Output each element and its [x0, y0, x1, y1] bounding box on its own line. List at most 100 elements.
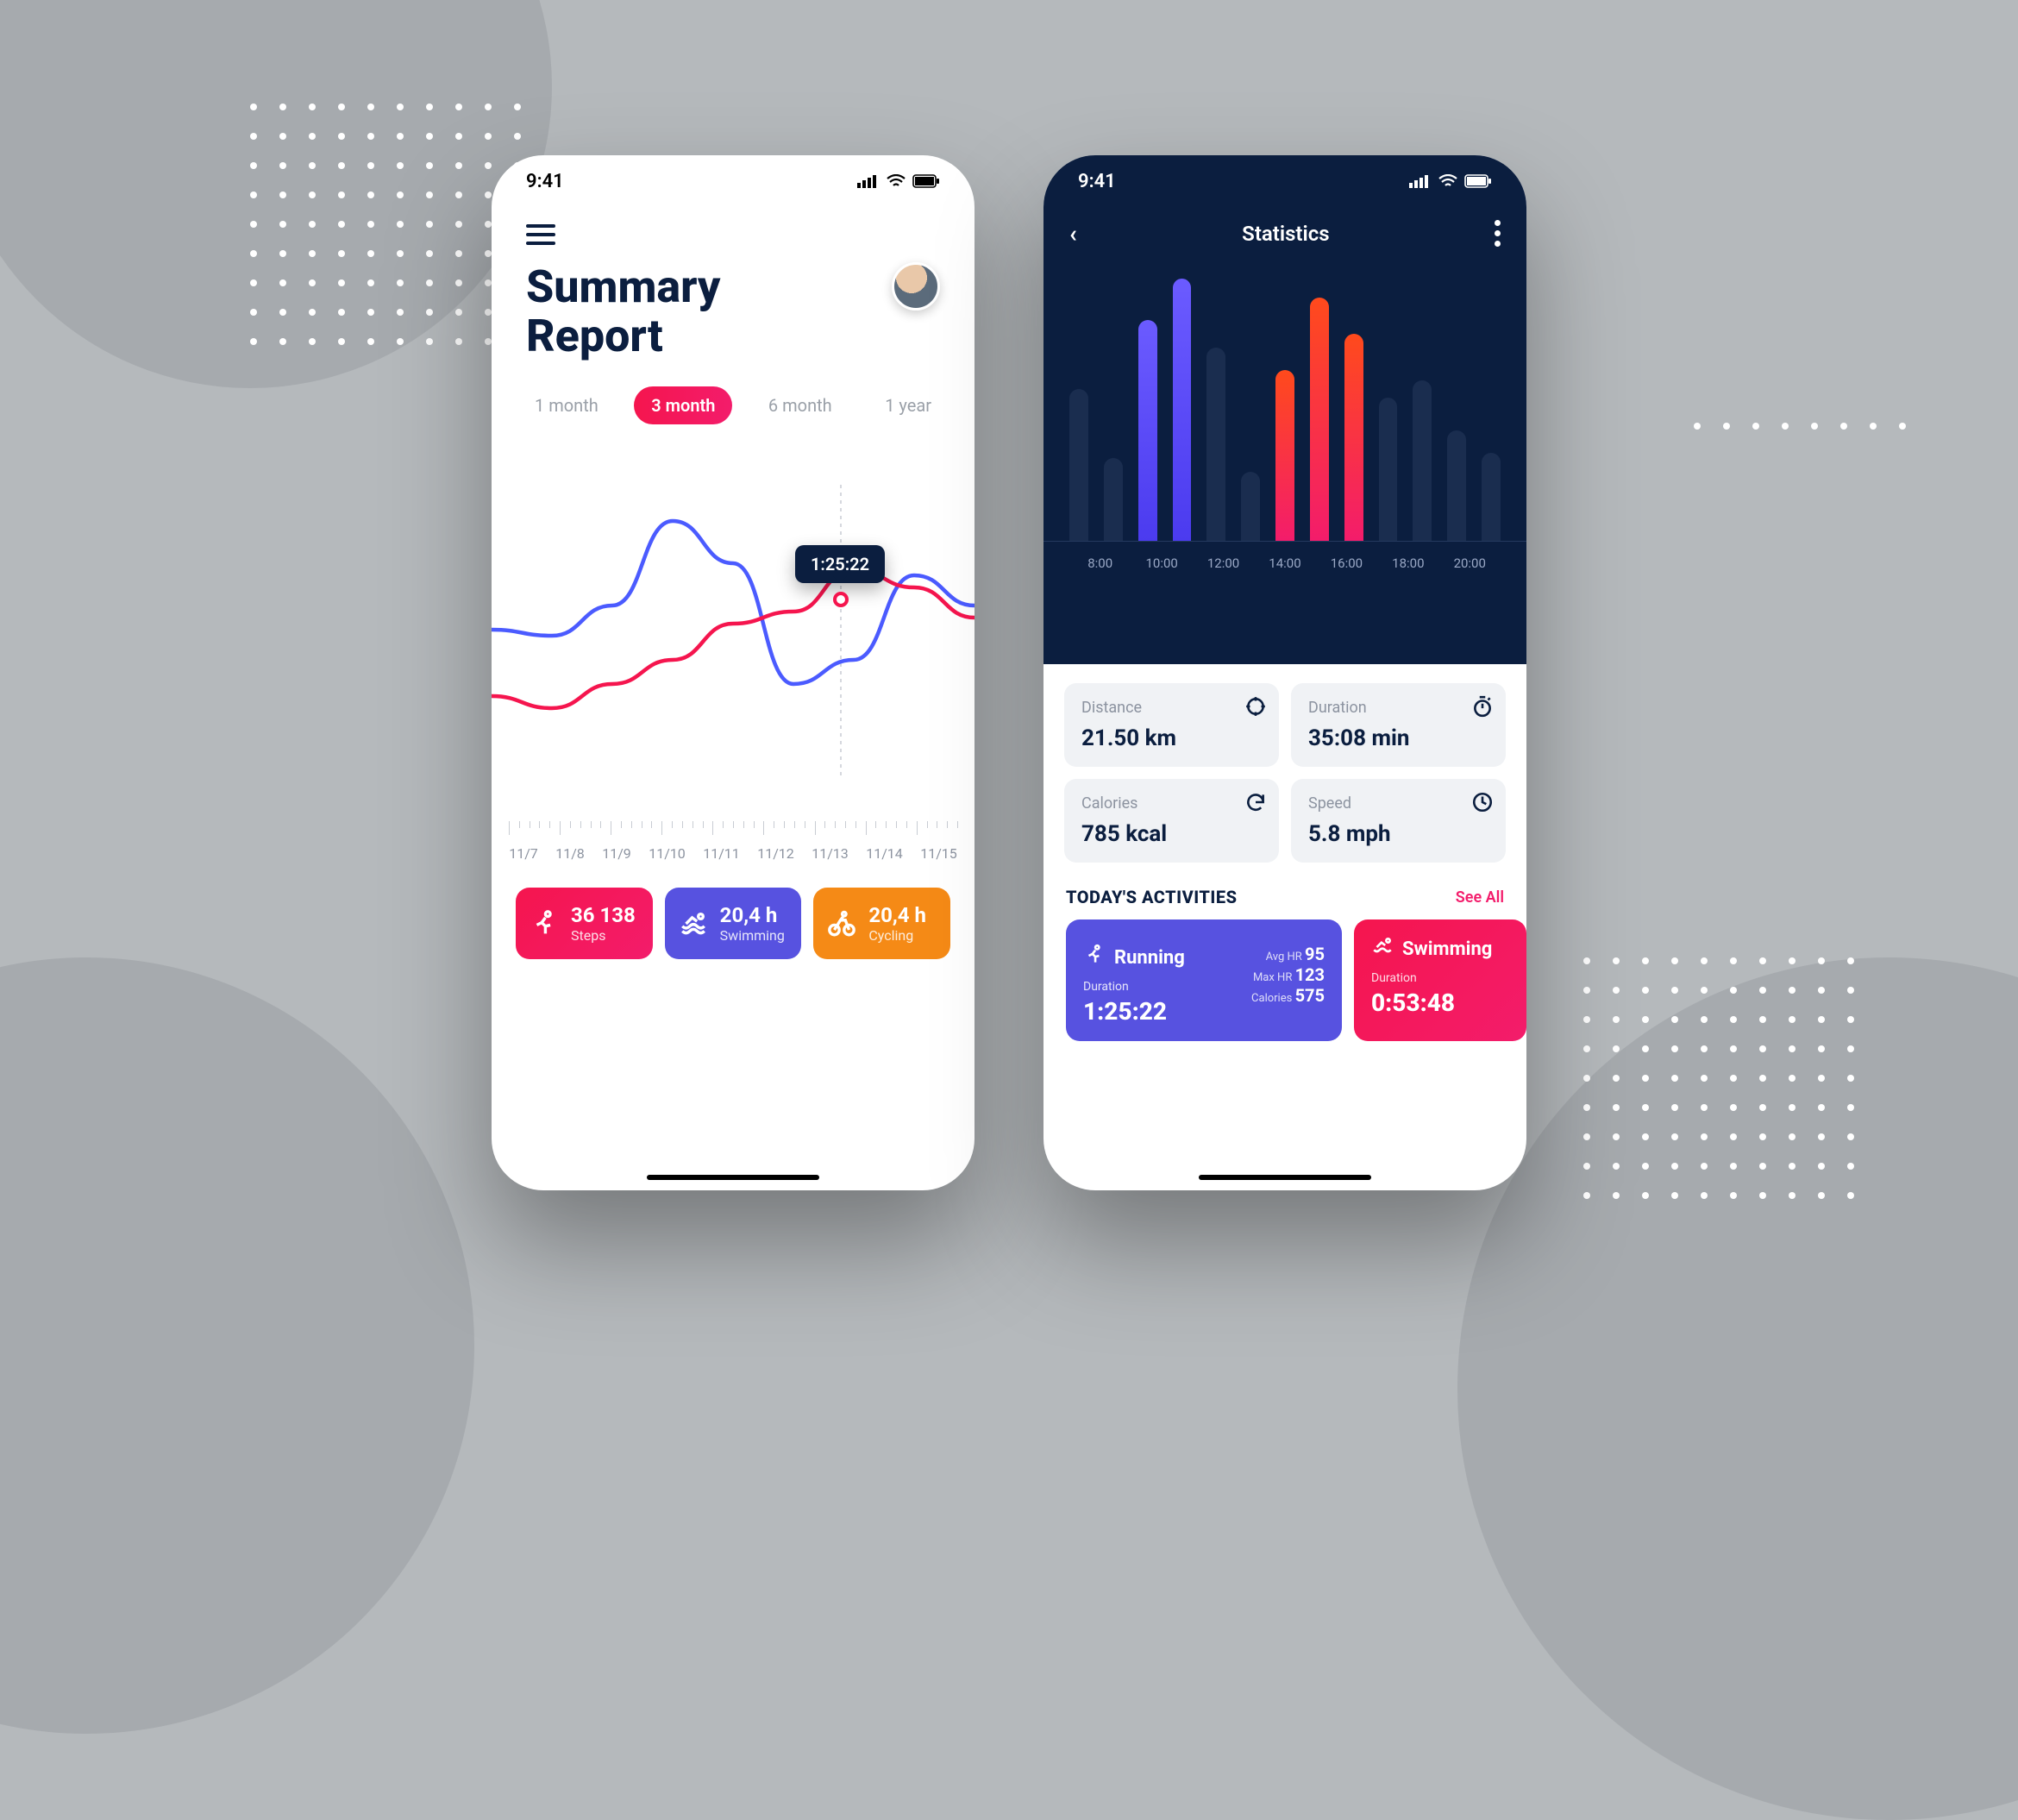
x-tick: 18:00	[1377, 555, 1438, 571]
x-tick: 14:00	[1254, 555, 1315, 571]
running-icon	[1083, 944, 1106, 971]
x-tick: 11/8	[555, 845, 585, 862]
battery-icon	[1464, 174, 1492, 188]
wifi-icon	[887, 174, 906, 188]
metric-grid: Distance 21.50 km Duration 35:08 min Cal…	[1043, 664, 1526, 863]
stat-label: Max HR	[1253, 971, 1295, 984]
metric-card[interactable]: Calories 785 kcal	[1064, 779, 1279, 863]
page-title: Statistics	[1242, 222, 1329, 246]
x-tick: 11/9	[602, 845, 631, 862]
bar	[1241, 472, 1260, 541]
cellular-icon	[857, 174, 880, 188]
summary-label: Cycling	[868, 927, 926, 944]
home-indicator	[647, 1175, 819, 1180]
range-tab[interactable]: 6 month	[751, 386, 849, 424]
summary-label: Swimming	[720, 927, 785, 944]
x-tick: 11/10	[649, 845, 686, 862]
x-tick: 20:00	[1439, 555, 1501, 571]
x-tick: 10:00	[1131, 555, 1192, 571]
stopwatch-icon	[1471, 695, 1494, 718]
more-icon[interactable]	[1495, 220, 1501, 247]
bar	[1275, 370, 1294, 541]
range-tab[interactable]: 3 month	[634, 386, 732, 424]
page-title: SummaryReport	[526, 262, 720, 361]
summary-card[interactable]: 36 138 Steps	[516, 888, 653, 959]
line-chart-svg	[492, 450, 975, 813]
metric-value: 35:08 min	[1308, 725, 1488, 751]
chart-tooltip: 1:25:22	[795, 545, 885, 583]
summary-value: 36 138	[571, 903, 636, 927]
activity-name: Running	[1114, 947, 1185, 969]
activity-name: Swimming	[1402, 938, 1492, 960]
metric-label: Calories	[1081, 794, 1262, 813]
speed-icon	[1471, 791, 1494, 813]
status-bar: 9:41	[492, 155, 975, 207]
metric-card[interactable]: Distance 21.50 km	[1064, 683, 1279, 767]
phone-statistics: 9:41 ‹ Statistics 8:0010:0012:0014:0016:…	[1043, 155, 1526, 1190]
bar	[1344, 334, 1363, 541]
bar	[1482, 453, 1501, 541]
duration-value: 1:25:22	[1083, 997, 1234, 1026]
duration-value: 0:53:48	[1371, 988, 1509, 1017]
x-tick: 16:00	[1316, 555, 1377, 571]
metric-value: 21.50 km	[1081, 725, 1262, 751]
back-button[interactable]: ‹	[1069, 219, 1077, 248]
x-tick: 12:00	[1193, 555, 1254, 571]
see-all-link[interactable]: See All	[1456, 888, 1504, 907]
stat-label: Calories	[1251, 992, 1295, 1005]
range-tab[interactable]: 1 month	[517, 386, 616, 424]
x-tick: 8:00	[1069, 555, 1131, 571]
avatar[interactable]	[892, 262, 940, 311]
x-tick: 11/13	[812, 845, 849, 862]
summary-card[interactable]: 20,4 h Swimming	[665, 888, 802, 959]
running-icon	[530, 909, 559, 938]
bar	[1206, 348, 1225, 541]
stat-value: 123	[1295, 964, 1325, 985]
bar	[1104, 458, 1123, 541]
summary-card[interactable]: 20,4 h Cycling	[813, 888, 950, 959]
x-tick: 11/11	[703, 845, 740, 862]
metric-label: Speed	[1308, 794, 1488, 813]
stat-label: Avg HR	[1266, 951, 1305, 963]
battery-icon	[912, 174, 940, 188]
status-icons	[857, 174, 940, 188]
metric-card[interactable]: Duration 35:08 min	[1291, 683, 1506, 767]
metric-value: 785 kcal	[1081, 821, 1262, 847]
bar	[1138, 320, 1157, 541]
status-bar: 9:41	[1043, 155, 1526, 207]
nav-bar: ‹ Statistics	[1043, 207, 1526, 256]
x-tick: 11/14	[866, 845, 903, 862]
refresh-icon	[1244, 791, 1267, 813]
swimming-icon	[679, 909, 708, 938]
stat-value: 575	[1295, 985, 1325, 1006]
phone-summary: 9:41 SummaryReport 1 month 3 month 6 month…	[492, 155, 975, 1190]
bar-chart: 8:0010:0012:0014:0016:0018:0020:00	[1043, 256, 1526, 584]
metric-card[interactable]: Speed 5.8 mph	[1291, 779, 1506, 863]
bar	[1379, 398, 1398, 541]
activities-row: Running Duration 1:25:22 Avg HR 95 Max HR…	[1043, 919, 1526, 1041]
activity-card-running[interactable]: Running Duration 1:25:22 Avg HR 95 Max HR…	[1066, 919, 1342, 1041]
duration-label: Duration	[1371, 971, 1509, 985]
metric-label: Distance	[1081, 699, 1262, 717]
wifi-icon	[1438, 174, 1457, 188]
summary-value: 20,4 h	[868, 903, 926, 927]
summary-label: Steps	[571, 927, 636, 944]
stat-value: 95	[1305, 944, 1325, 964]
bar	[1413, 380, 1432, 541]
menu-icon[interactable]	[526, 224, 555, 245]
range-tabs: 1 month 3 month 6 month 1 year	[492, 361, 975, 424]
line-chart: 1:25:22	[492, 450, 975, 813]
activity-card-swimming[interactable]: Swimming Duration 0:53:48	[1354, 919, 1526, 1041]
bars-group	[1069, 265, 1501, 541]
section-title: TODAY'S ACTIVITIES	[1066, 887, 1237, 907]
x-tick: 11/15	[920, 845, 957, 862]
range-tab[interactable]: 1 year	[868, 386, 949, 424]
bar-x-axis: 8:0010:0012:0014:0016:0018:0020:00	[1043, 541, 1526, 584]
cellular-icon	[1409, 174, 1432, 188]
x-tick: 11/12	[757, 845, 794, 862]
bar	[1447, 430, 1466, 541]
duration-label: Duration	[1083, 980, 1234, 994]
target-icon	[1244, 695, 1267, 718]
swimming-icon	[1371, 935, 1394, 963]
cycling-icon	[827, 909, 856, 938]
